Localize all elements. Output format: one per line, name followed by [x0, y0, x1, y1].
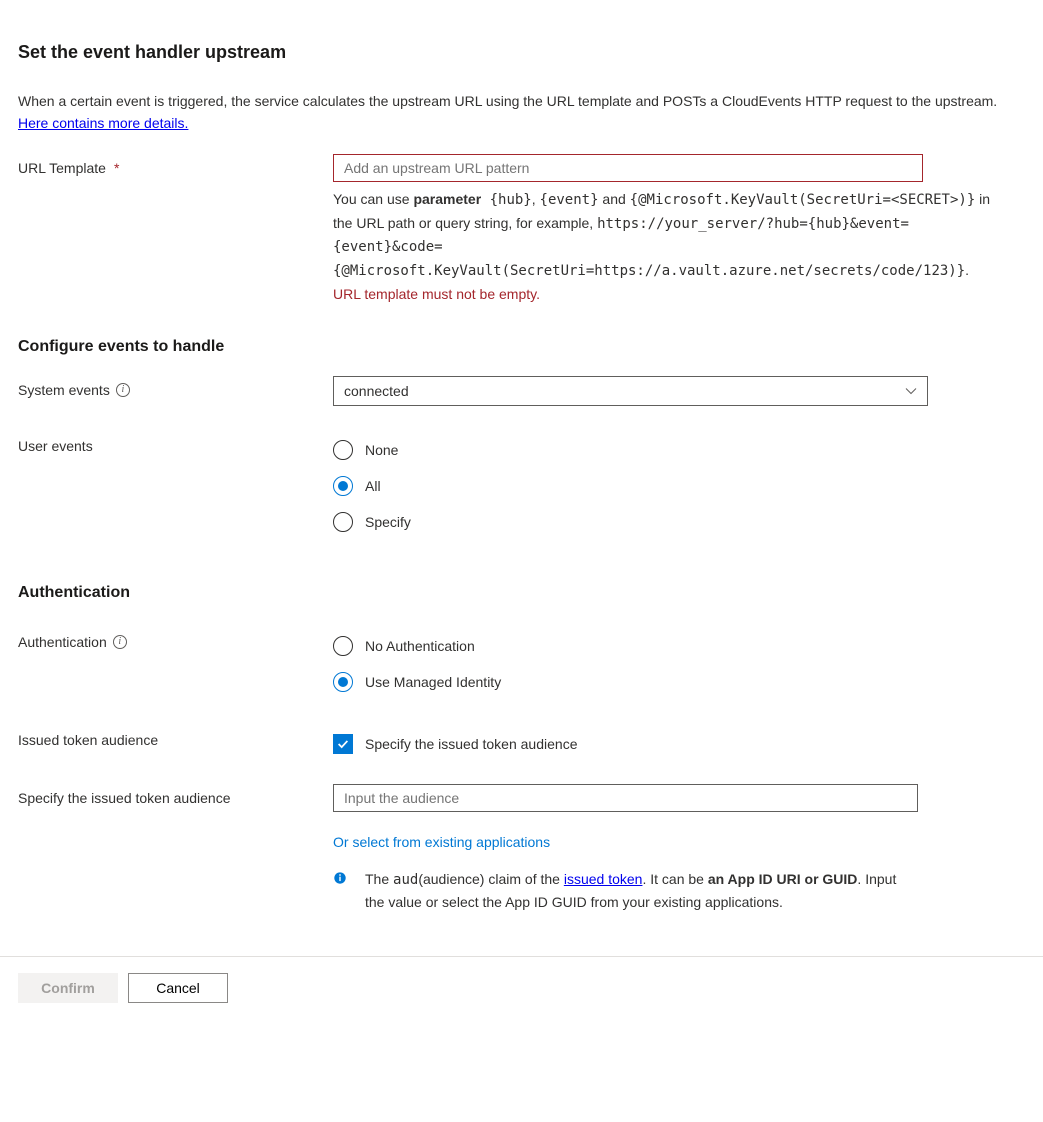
info-text: an App ID URI or GUID — [708, 871, 858, 887]
url-template-error: URL template must not be empty. — [333, 286, 1013, 302]
specify-audience-label-text: Specify the issued token audience — [18, 790, 230, 806]
help-text: {event} — [540, 192, 599, 208]
issued-token-checkbox-label: Specify the issued token audience — [365, 736, 577, 752]
help-text: and — [599, 191, 630, 207]
system-events-label: System events i — [18, 376, 333, 398]
issued-token-link[interactable]: issued token — [564, 871, 643, 887]
system-events-value: connected — [344, 383, 409, 399]
intro-text: When a certain event is triggered, the s… — [18, 91, 1008, 134]
issued-token-checkbox[interactable]: Specify the issued token audience — [333, 734, 1013, 754]
url-template-label: URL Template * — [18, 154, 333, 176]
user-events-radio-none[interactable]: None — [333, 440, 1013, 460]
info-badge-icon — [333, 871, 347, 885]
issued-token-label-text: Issued token audience — [18, 732, 158, 748]
radio-label-none: None — [365, 442, 398, 458]
user-events-label-text: User events — [18, 438, 93, 454]
cancel-button[interactable]: Cancel — [128, 973, 228, 1003]
events-section-heading: Configure events to handle — [18, 338, 1025, 356]
radio-label-managed: Use Managed Identity — [365, 674, 501, 690]
specify-audience-label: Specify the issued token audience — [18, 784, 333, 806]
select-existing-link[interactable]: Or select from existing applications — [333, 834, 1013, 850]
confirm-button[interactable]: Confirm — [18, 973, 118, 1003]
system-events-label-text: System events — [18, 382, 110, 398]
help-text: {@Microsoft.KeyVault(SecretUri=<SECRET>)… — [630, 192, 976, 208]
user-events-label: User events — [18, 432, 333, 454]
system-events-select[interactable]: connected — [333, 376, 928, 406]
required-asterisk: * — [114, 160, 119, 176]
footer-bar: Confirm Cancel — [0, 956, 1043, 1003]
radio-label-specify: Specify — [365, 514, 411, 530]
page-title: Set the event handler upstream — [18, 42, 1025, 63]
radio-label-no-auth: No Authentication — [365, 638, 475, 654]
radio-label-all: All — [365, 478, 381, 494]
help-text: parameter — [413, 191, 481, 207]
issued-token-label: Issued token audience — [18, 726, 333, 748]
authentication-label-text: Authentication — [18, 634, 107, 650]
help-text: . — [965, 262, 969, 278]
auth-radio-none[interactable]: No Authentication — [333, 636, 1013, 656]
info-text: . It can be — [642, 871, 707, 887]
authentication-label: Authentication i — [18, 628, 333, 650]
auth-section-heading: Authentication — [18, 584, 1025, 602]
info-icon[interactable]: i — [113, 635, 127, 649]
audience-input[interactable] — [333, 784, 918, 812]
url-template-input[interactable] — [333, 154, 923, 182]
check-icon — [333, 734, 353, 754]
info-text: The — [365, 871, 393, 887]
help-text: , — [532, 191, 540, 207]
audience-info: The aud(audience) claim of the issued to… — [333, 868, 913, 914]
user-events-radio-specify[interactable]: Specify — [333, 512, 1013, 532]
url-template-help: You can use parameter {hub}, {event} and… — [333, 188, 1013, 282]
info-text: (audience) claim of the — [418, 871, 564, 887]
info-text: aud — [393, 872, 418, 888]
auth-radio-managed[interactable]: Use Managed Identity — [333, 672, 1013, 692]
intro-more-link[interactable]: Here contains more details. — [18, 115, 188, 131]
url-template-label-text: URL Template — [18, 160, 106, 176]
help-text: You can use — [333, 191, 413, 207]
chevron-down-icon — [905, 385, 917, 397]
info-icon[interactable]: i — [116, 383, 130, 397]
intro-text-body: When a certain event is triggered, the s… — [18, 93, 997, 109]
user-events-radio-all[interactable]: All — [333, 476, 1013, 496]
help-text: {hub} — [481, 192, 532, 208]
